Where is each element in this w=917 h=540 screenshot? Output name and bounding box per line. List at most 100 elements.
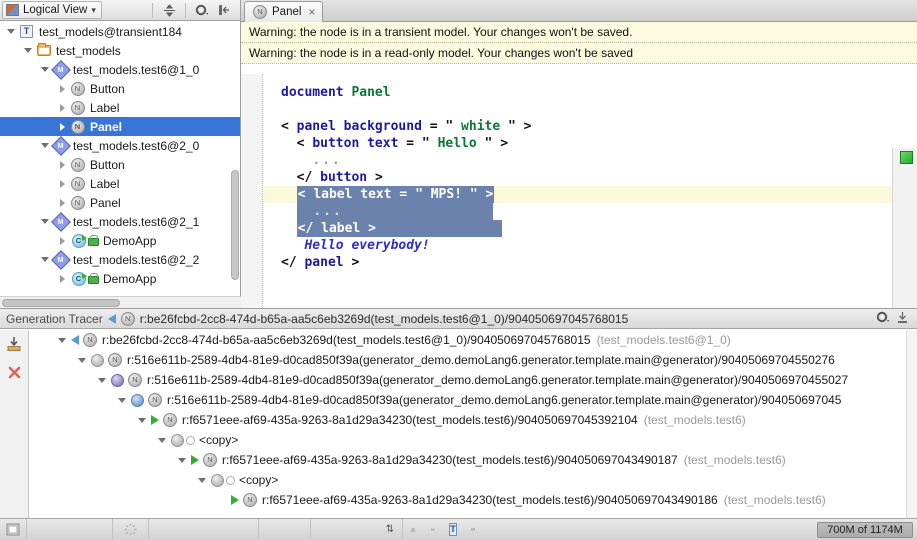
- tracer-row[interactable]: Nr:be26fcbd-2cc8-474d-b65a-aa5c6eb3269d(…: [29, 330, 917, 350]
- twisty-expanded-icon[interactable]: [95, 371, 109, 390]
- twisty-collapsed-icon[interactable]: [55, 155, 69, 174]
- copy-operation-icon: [171, 434, 195, 447]
- tracer-row[interactable]: Nr:516e611b-2589-4db4-81e9-d0cad850f39a(…: [29, 390, 917, 410]
- tracer-side-toolbar: [0, 330, 29, 518]
- settings-gear-icon[interactable]: [876, 311, 890, 327]
- background-task-icon[interactable]: [113, 519, 149, 540]
- tracer-row[interactable]: Nr:516e611b-2589-4db4-81e9-d0cad850f39a(…: [29, 370, 917, 390]
- tree-node-test-models-test6-1-0[interactable]: Mtest_models.test6@1_0: [0, 60, 240, 79]
- logical-view-icon: [6, 4, 19, 16]
- twisty-expanded-icon[interactable]: [135, 411, 149, 430]
- twisty-expanded-icon[interactable]: [115, 391, 129, 410]
- twisty-collapsed-icon[interactable]: [55, 193, 69, 212]
- tree-horizontal-scrollbar[interactable]: [0, 296, 241, 308]
- code-area[interactable]: document Panel < panel background = " wh…: [241, 74, 917, 308]
- toggle-sidebar-icon[interactable]: [0, 519, 27, 540]
- tree-node-test-models-test6-2-0[interactable]: Mtest_models.test6@2_0: [0, 136, 240, 155]
- class-icon: C: [69, 232, 99, 249]
- close-trace-icon[interactable]: [7, 365, 22, 383]
- tree-node-label: test_models: [55, 44, 121, 58]
- logical-view-toolbar: Logical View ▾: [0, 0, 240, 21]
- twisty-expanded-icon[interactable]: [55, 331, 69, 350]
- tree-node-demoapp[interactable]: CDemoApp: [0, 231, 240, 250]
- tree-node-button[interactable]: NButton: [0, 79, 240, 98]
- kw-document: document: [281, 85, 344, 100]
- generation-tracer-tree[interactable]: Nr:be26fcbd-2cc8-474d-b65a-aa5c6eb3269d(…: [29, 330, 917, 518]
- twisty-expanded-icon[interactable]: [175, 451, 189, 470]
- tree-node-label[interactable]: NLabel: [0, 174, 240, 193]
- tree-node-button[interactable]: NButton: [0, 155, 240, 174]
- arrow-right-icon: [151, 415, 159, 425]
- editor-gutter: [241, 74, 263, 308]
- tracer-row[interactable]: Nr:f6571eee-af69-435a-9263-8a1d29a34230(…: [29, 490, 917, 510]
- tree-node-test-models-test6-2-1[interactable]: Mtest_models.test6@2_1: [0, 212, 240, 231]
- code-line-label-open[interactable]: < label text = " MPS! " >: [263, 186, 917, 203]
- hide-panel-icon[interactable]: [214, 1, 234, 19]
- arrow-left-icon: [108, 314, 116, 324]
- twisty-expanded-icon[interactable]: [195, 471, 209, 490]
- twisty-collapsed-icon[interactable]: [55, 79, 69, 98]
- code-content[interactable]: document Panel < panel background = " wh…: [263, 74, 917, 308]
- tree-vertical-scrollbar[interactable]: [229, 170, 240, 294]
- editor-marker-bar[interactable]: [892, 148, 917, 308]
- plugin-icon[interactable]: [423, 519, 443, 540]
- quote-open-3: ": [415, 187, 423, 202]
- twisty-expanded-icon[interactable]: [4, 22, 18, 41]
- twisty-expanded-icon[interactable]: [75, 351, 89, 370]
- tree-vertical-scroll-thumb[interactable]: [231, 170, 239, 280]
- notification-icon[interactable]: [463, 519, 483, 540]
- gear-grey-icon: [91, 354, 104, 367]
- tab-panel[interactable]: N Panel ×: [244, 1, 323, 22]
- twisty-collapsed-icon[interactable]: [55, 117, 69, 136]
- tree-node-demoapp[interactable]: CDemoApp: [0, 269, 240, 288]
- twisty-collapsed-icon[interactable]: [55, 98, 69, 117]
- tree-node-test-models[interactable]: test_models: [0, 41, 240, 60]
- expand-collapse-icon[interactable]: [159, 1, 179, 19]
- logical-view-tree[interactable]: Ttest_models@transient184 test_models Mtes…: [0, 22, 240, 296]
- attr-text-2: text: [360, 187, 391, 202]
- memory-indicator[interactable]: 700M of 1174M: [817, 522, 913, 538]
- settings-gear-icon[interactable]: [192, 1, 212, 19]
- tree-node-label[interactable]: NLabel: [0, 98, 240, 117]
- twisty-collapsed-icon[interactable]: [55, 269, 69, 288]
- node-icon: N: [69, 175, 86, 192]
- transient-model-indicator[interactable]: T: [443, 519, 463, 540]
- tree-node-panel[interactable]: NPanel: [0, 117, 240, 136]
- code-line-label-close[interactable]: </ label >: [263, 220, 917, 237]
- tracer-row[interactable]: Nr:f6571eee-af69-435a-9263-8a1d29a34230(…: [29, 450, 917, 470]
- tracer-vertical-scrollbar[interactable]: [906, 330, 917, 518]
- tracer-row-text: r:516e611b-2589-4db4-81e9-d0cad850f39a(g…: [127, 353, 835, 367]
- tree-node-label: Button: [89, 82, 125, 96]
- tracer-row[interactable]: <copy>: [29, 470, 917, 490]
- tracer-row[interactable]: Nr:f6571eee-af69-435a-9263-8a1d29a34230(…: [29, 410, 917, 430]
- tracer-row[interactable]: Nr:516e611b-2589-4db4-81e9-d0cad850f39a(…: [29, 350, 917, 370]
- tracer-row-suffix: (test_models.test6): [724, 493, 826, 507]
- twisty-expanded-icon[interactable]: [21, 41, 35, 60]
- lock-icon[interactable]: [403, 519, 423, 540]
- toolbar-divider-2: [185, 3, 186, 18]
- code-line-blank-1: [263, 101, 917, 118]
- tree-node-label: test_models@transient184: [38, 25, 182, 39]
- inspection-ok-marker[interactable]: [900, 151, 913, 164]
- generation-tracer-body: Nr:be26fcbd-2cc8-474d-b65a-aa5c6eb3269d(…: [0, 330, 917, 518]
- import-trace-icon[interactable]: [6, 336, 22, 355]
- twisty-expanded-icon[interactable]: [155, 431, 169, 450]
- tree-node-label: Label: [89, 101, 119, 115]
- node-icon: N: [148, 393, 162, 407]
- tree-node-test-models-test6-2-2[interactable]: Mtest_models.test6@2_2: [0, 250, 240, 269]
- tracer-row[interactable]: <copy>: [29, 430, 917, 450]
- tree-node-panel[interactable]: NPanel: [0, 193, 240, 212]
- tree-horizontal-scroll-thumb[interactable]: [2, 299, 120, 307]
- status-cell-3: [259, 519, 311, 540]
- export-icon[interactable]: [896, 311, 909, 327]
- twisty-collapsed-icon[interactable]: [55, 174, 69, 193]
- node-icon: N: [69, 156, 86, 173]
- twisty-collapsed-icon[interactable]: [55, 231, 69, 250]
- code-line-label-body[interactable]: ...: [263, 203, 917, 220]
- node-icon: N: [83, 333, 97, 347]
- status-stepper[interactable]: ⇅: [311, 519, 403, 540]
- view-selector-dropdown[interactable]: Logical View ▾: [2, 1, 102, 19]
- transient-model-icon: T: [18, 23, 35, 40]
- tree-node-test-models-transient184[interactable]: Ttest_models@transient184: [0, 22, 240, 41]
- close-icon[interactable]: ×: [306, 6, 315, 18]
